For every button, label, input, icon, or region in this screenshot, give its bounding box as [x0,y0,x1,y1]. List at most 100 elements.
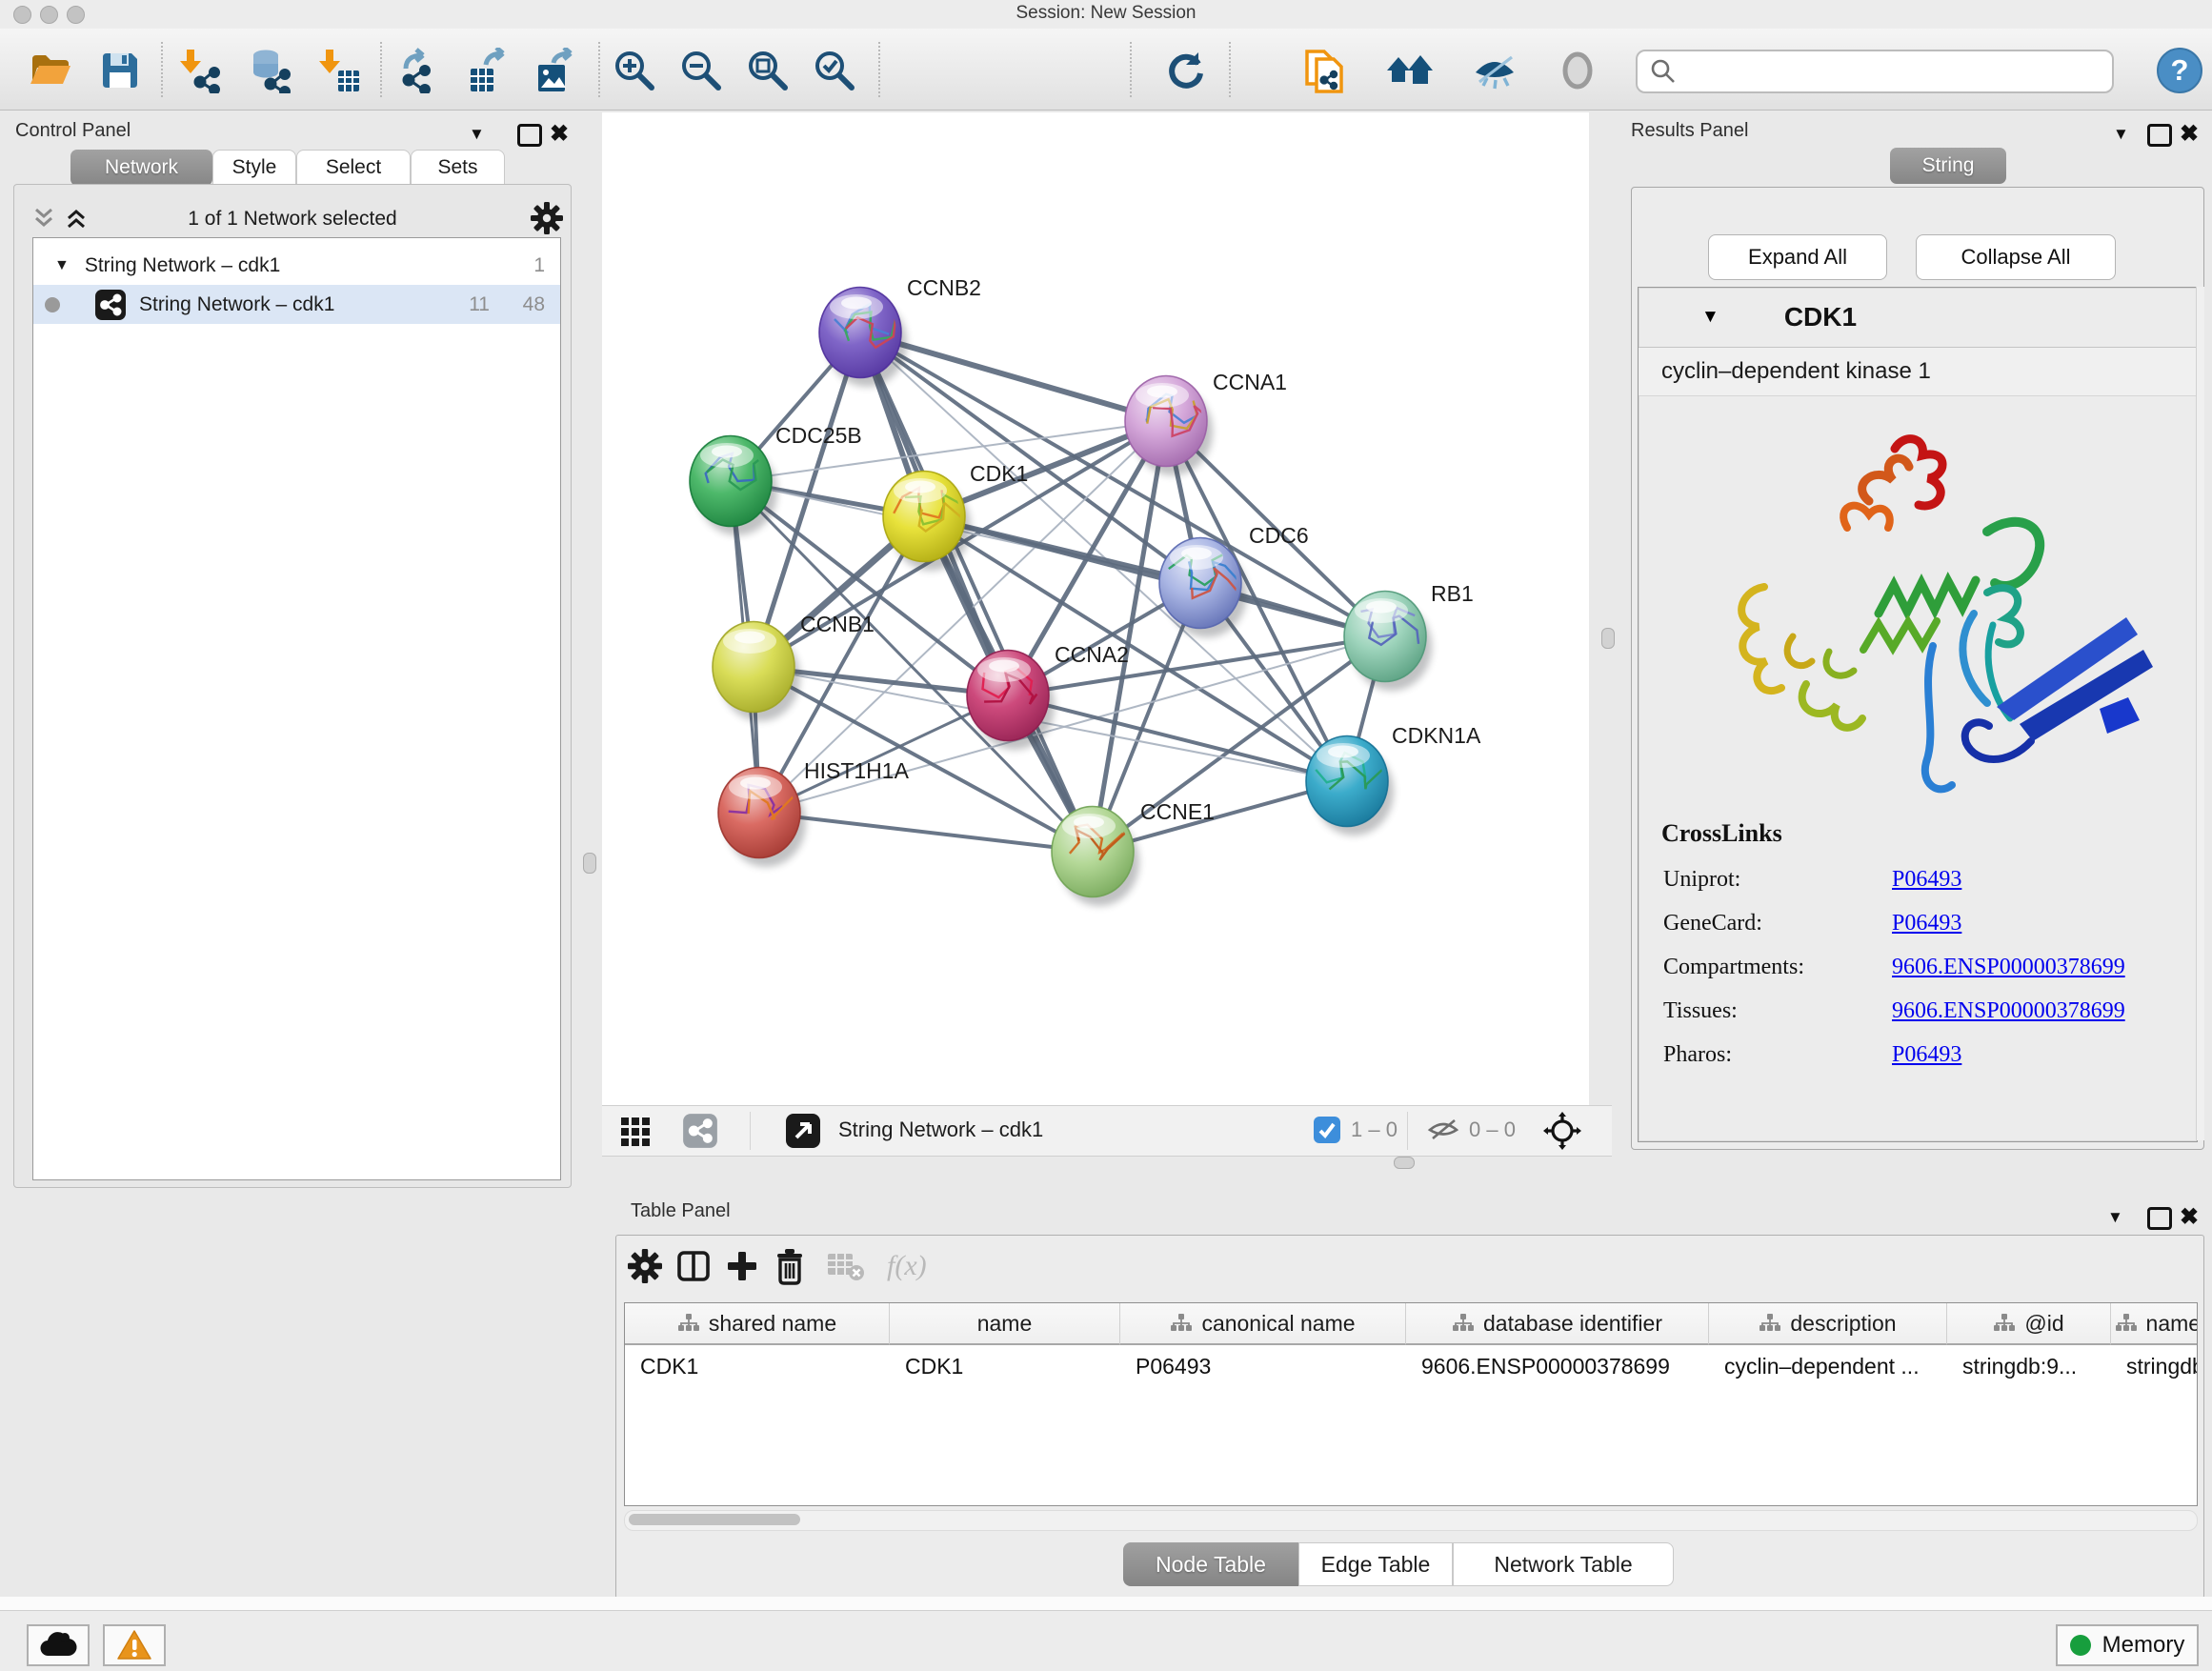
network-options-button[interactable] [531,202,563,234]
results-panel-close-button[interactable]: ✖ [2180,120,2199,148]
column-header--id[interactable]: @id [1947,1303,2111,1345]
right-splitter-grip[interactable] [1601,628,1615,649]
search-input[interactable] [1636,50,2114,93]
tab-network-table[interactable]: Network Table [1453,1542,1674,1586]
tab-sets[interactable]: Sets [411,150,505,186]
crosslink-link[interactable]: P06493 [1892,867,1961,893]
network-view-canvas[interactable]: CCNB2CCNA1CDC25BCDK1CDC6RB1CCNB1CCNA2CDK… [602,112,1589,1105]
grid-view-button[interactable] [619,1114,654,1148]
control-panel-close-button[interactable]: ✖ [550,120,569,148]
import-network-from-database-button[interactable] [245,46,294,95]
edge-HIST1H1A-CCNE1[interactable] [759,813,1093,852]
two-houses-icon [1385,50,1435,91]
tab-node-table[interactable]: Node Table [1123,1542,1298,1586]
string-network-graph[interactable]: CCNB2CCNA1CDC25BCDK1CDC6RB1CCNB1CCNA2CDK… [602,112,1589,1105]
birdseye-view-button[interactable] [785,1113,821,1149]
left-splitter-grip[interactable] [583,853,596,874]
network-collection-row[interactable]: ▼ String Network – cdk1 1 [33,246,560,285]
table-options-button[interactable] [628,1249,662,1283]
show-columns-button[interactable] [675,1248,712,1284]
cloud-status-button[interactable] [27,1624,90,1666]
neighbors-button[interactable] [1385,46,1435,95]
warnings-button[interactable] [103,1624,166,1666]
export-table-button[interactable] [463,46,513,95]
tree-expander-icon[interactable]: ▼ [54,257,70,274]
tab-network[interactable]: Network [70,150,212,186]
column-header-namespace[interactable]: namespace [2111,1303,2198,1345]
node-details-box: ▼ CDK1 cyclin–dependent kinase 1 [1638,287,2198,1142]
help-button[interactable]: ? [2157,48,2202,93]
results-panel-float-button[interactable] [2147,124,2172,151]
table-cell[interactable]: CDK1 [890,1347,1120,1385]
fit-content-button[interactable] [743,46,793,95]
column-header-shared-name[interactable]: shared name [625,1303,890,1345]
results-panel-menu-button[interactable]: ▼ [2113,125,2129,144]
hidden-counts-indicator[interactable]: 0 – 0 [1427,1116,1516,1144]
table-cell[interactable]: CDK1 [625,1347,890,1385]
node-RB1[interactable] [1344,592,1432,692]
crosslink-link[interactable]: 9606.ENSP00000378699 [1892,955,2125,980]
save-session-button[interactable] [95,46,145,95]
bottom-splitter-grip[interactable] [1394,1157,1415,1169]
column-header-canonical-name[interactable]: canonical name [1120,1303,1406,1345]
apply-layout-button[interactable] [1161,46,1211,95]
crosslink-link[interactable]: 9606.ENSP00000378699 [1892,998,2125,1024]
table-hscrollbar[interactable] [624,1510,2198,1531]
export-image-button[interactable] [531,46,580,95]
table-cell[interactable]: cyclin–dependent ... [1709,1347,1947,1385]
gene-header-row[interactable]: ▼ CDK1 [1639,288,2197,348]
column-header-name[interactable]: name [890,1303,1120,1345]
node-CDK1[interactable] [883,472,971,572]
export-network-button[interactable] [394,46,444,95]
add-column-button[interactable] [725,1249,759,1283]
show-hidden-button[interactable] [1553,46,1602,95]
crosslink-link[interactable]: P06493 [1892,1042,1961,1068]
node-CCNA1[interactable] [1125,376,1213,476]
network-snapshot-button[interactable] [1299,46,1349,95]
tab-select[interactable]: Select [296,150,411,186]
memory-button[interactable]: Memory [2056,1624,2199,1666]
import-network-from-file-button[interactable] [175,46,225,95]
node-CCNB2[interactable] [819,288,907,388]
network-badge-button[interactable] [682,1113,718,1149]
import-table-from-file-button[interactable] [314,46,364,95]
control-panel-menu-button[interactable]: ▼ [469,125,485,144]
collapse-all-button[interactable]: Collapse All [1916,234,2116,280]
edge-CCNA2-CDKN1A[interactable] [1008,695,1347,781]
tab-edge-table[interactable]: Edge Table [1298,1542,1453,1586]
hide-selected-button[interactable] [1471,46,1520,95]
node-table[interactable]: shared namenamecanonical namedatabase id… [624,1302,2198,1506]
table-panel-float-button[interactable] [2147,1207,2172,1235]
network-row-selected[interactable]: String Network – cdk1 11 48 [33,285,560,324]
table-cell[interactable]: P06493 [1120,1347,1406,1385]
column-header-database-identifier[interactable]: database identifier [1406,1303,1709,1345]
edge-count: 48 [523,293,545,316]
collapse-entry-icon[interactable]: ▼ [1701,307,1719,328]
node-CDC25B[interactable] [690,436,777,536]
table-cell[interactable]: stringdb:9... [1947,1347,2111,1385]
fit-selected-button[interactable] [1543,1112,1581,1150]
table-panel-close-button[interactable]: ✖ [2180,1203,2199,1231]
results-scrollbar[interactable] [2196,287,2204,1140]
zoom-out-button[interactable] [676,46,726,95]
function-builder-button-disabled[interactable]: f(x) [887,1250,927,1282]
delete-column-button[interactable] [773,1247,807,1285]
zoom-in-button[interactable] [610,46,659,95]
table-cell[interactable]: stringdb [2111,1347,2198,1385]
open-session-button[interactable] [26,46,75,95]
table-hscrollbar-thumb[interactable] [629,1514,800,1525]
table-panel-menu-button[interactable]: ▼ [2107,1208,2123,1227]
control-panel-float-button[interactable] [517,124,542,151]
table-cell[interactable]: 9606.ENSP00000378699 [1406,1347,1709,1385]
crosslink-link[interactable]: P06493 [1892,911,1961,936]
node-CCNE1[interactable] [1052,807,1139,907]
selected-counts-indicator[interactable]: 1 – 0 [1313,1116,1398,1144]
tab-style[interactable]: Style [212,150,296,186]
tab-string-results[interactable]: String [1890,148,2006,184]
node-HIST1H1A[interactable] [718,768,806,868]
zoom-selected-button[interactable] [810,46,859,95]
delete-table-button-disabled[interactable] [826,1250,866,1282]
node-CDKN1A[interactable] [1306,736,1394,836]
column-header-description[interactable]: description [1709,1303,1947,1345]
expand-all-button[interactable]: Expand All [1708,234,1887,280]
